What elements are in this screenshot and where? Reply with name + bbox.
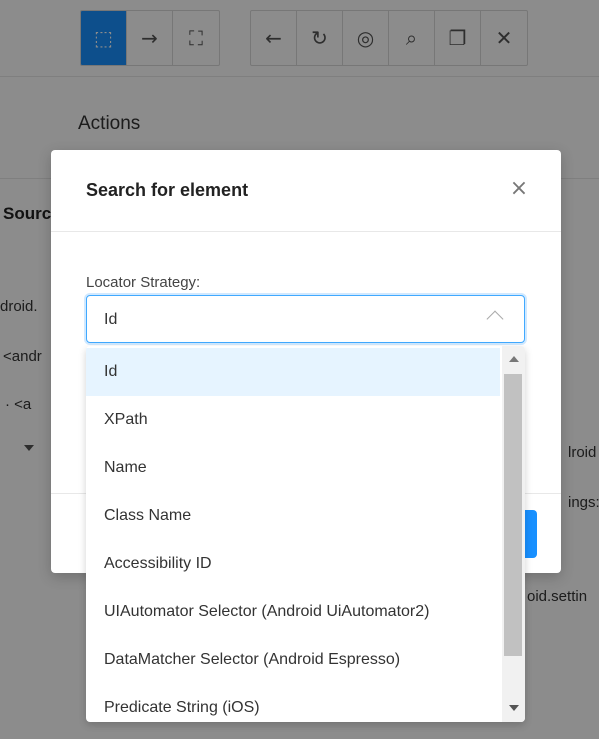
scroll-down-arrow-icon[interactable] <box>509 705 519 711</box>
dropdown-option[interactable]: Id <box>86 348 500 396</box>
dropdown-option[interactable]: Class Name <box>86 492 500 540</box>
chevron-up-icon <box>486 310 504 328</box>
scroll-up-arrow-icon[interactable] <box>509 356 519 362</box>
modal-header: Search for element × <box>51 150 561 232</box>
dropdown-option[interactable]: UIAutomator Selector (Android UiAutomato… <box>86 588 500 636</box>
dropdown-scrollbar[interactable] <box>502 346 525 722</box>
locator-strategy-label: Locator Strategy: <box>86 274 201 291</box>
dropdown-option[interactable]: Predicate String (iOS) <box>86 684 500 722</box>
locator-strategy-select[interactable]: Id <box>86 295 525 343</box>
modal-title: Search for element <box>86 180 249 200</box>
locator-strategy-dropdown: Id XPath Name Class Name Accessibility ID UIA… <box>86 346 525 722</box>
locator-strategy-value: Id <box>104 311 118 328</box>
dropdown-option[interactable]: Accessibility ID <box>86 540 500 588</box>
dropdown-option[interactable]: DataMatcher Selector (Android Espresso) <box>86 636 500 684</box>
dropdown-option[interactable]: Name <box>86 444 500 492</box>
scrollbar-thumb[interactable] <box>504 374 522 656</box>
dropdown-option[interactable]: XPath <box>86 396 500 444</box>
modal-close-icon[interactable]: × <box>506 176 532 202</box>
